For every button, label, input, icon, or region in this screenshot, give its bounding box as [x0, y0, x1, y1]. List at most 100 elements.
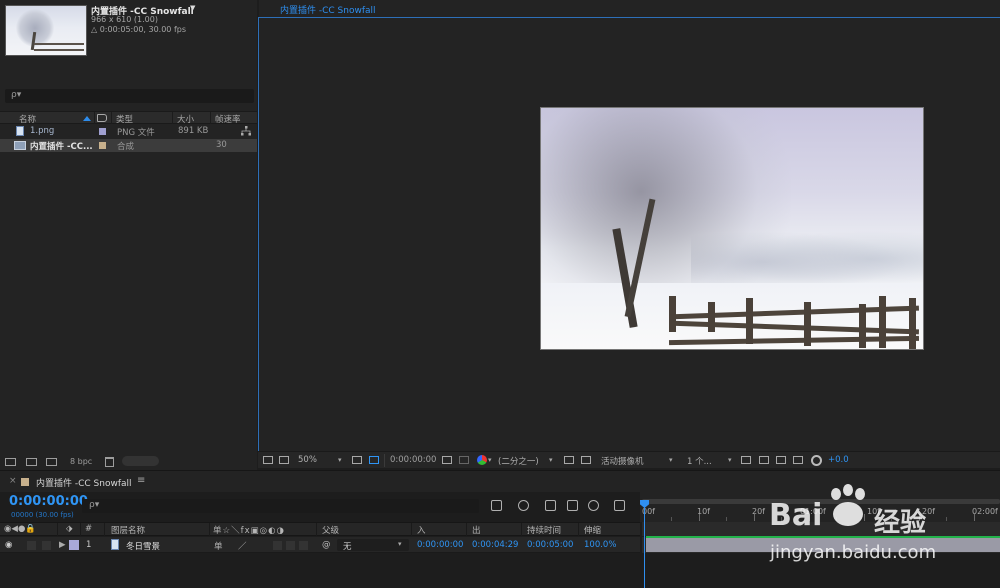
project-item-composition[interactable]: 内置插件 -CC... 合成 30	[0, 139, 257, 152]
frame-blending-icon[interactable]	[567, 500, 578, 511]
image-layer-icon	[111, 539, 119, 550]
selected-item-duration: △ 0:00:05:00, 30.00 fps	[91, 25, 187, 34]
column-switches[interactable]: 单☆＼fx▣◎◐◑	[213, 524, 285, 536]
sort-ascending-icon[interactable]	[83, 116, 91, 121]
column-stretch[interactable]: 伸缩	[584, 524, 601, 536]
interpret-footage-icon[interactable]	[5, 458, 16, 466]
current-time-display[interactable]: 0:00:00:00	[9, 494, 88, 509]
tab-timeline-composition[interactable]: 内置插件 -CC Snowfall	[36, 476, 132, 489]
hide-shy-layers-icon[interactable]	[545, 500, 556, 511]
effect-switch[interactable]	[273, 541, 282, 550]
exposure-value[interactable]: +0.0	[828, 455, 849, 465]
column-duration[interactable]: 持续时间	[527, 524, 561, 536]
transparency-grid-icon[interactable]	[581, 456, 591, 464]
color-channel-icon[interactable]	[477, 455, 487, 465]
monitor-icon[interactable]	[279, 456, 289, 464]
grid-guide-icon[interactable]	[352, 456, 362, 464]
mask-visibility-icon[interactable]	[369, 456, 379, 464]
column-size[interactable]: 大小	[177, 113, 194, 125]
new-folder-icon[interactable]	[26, 458, 37, 466]
layer-out-point[interactable]: 0:00:04:29	[472, 540, 518, 550]
bit-depth-toggle[interactable]: 8 bpc	[70, 457, 92, 466]
panel-menu-icon[interactable]: ≡	[137, 475, 145, 486]
title-dropdown-icon[interactable]: ▼	[190, 4, 195, 12]
layer-in-point[interactable]: 0:00:00:00	[417, 540, 463, 550]
audio-toggle[interactable]	[27, 541, 36, 550]
new-composition-icon[interactable]	[46, 458, 57, 466]
fast-previews-icon[interactable]	[759, 456, 769, 464]
draft-3d-icon[interactable]	[518, 500, 529, 511]
parent-dropdown[interactable]: 无 ▾	[337, 539, 409, 552]
column-parent[interactable]: 父级	[322, 524, 339, 536]
horizontal-scrollbar[interactable]	[122, 456, 159, 466]
layer-name[interactable]: 冬日雪景	[126, 540, 160, 552]
frame-blend-switch[interactable]	[286, 541, 295, 550]
column-type[interactable]: 类型	[116, 113, 133, 125]
column-layer-name[interactable]: 图层名称	[111, 524, 145, 536]
label-tag-icon[interactable]: ⬗	[66, 524, 73, 534]
camera-dropdown[interactable]: 活动摄像机	[601, 455, 644, 467]
toggle-pixel-aspect-icon[interactable]	[741, 456, 751, 464]
layer-duration-bar[interactable]	[646, 538, 1000, 552]
always-preview-icon[interactable]	[263, 456, 273, 464]
render-cache-bar	[646, 536, 1000, 538]
composition-mini-flowchart-icon[interactable]	[491, 500, 502, 511]
zoom-dropdown[interactable]: 50%	[298, 455, 317, 465]
chevron-down-icon: ▾	[398, 540, 402, 548]
timeline-search-input[interactable]: ρ▾	[82, 499, 479, 513]
layer-label-swatch[interactable]	[69, 540, 79, 550]
ruler-label: 01:00f	[800, 507, 826, 516]
png-file-icon	[16, 126, 24, 136]
label-swatch[interactable]	[99, 128, 106, 135]
pickwhip-icon[interactable]: @	[322, 540, 331, 550]
work-area-bar[interactable]	[642, 522, 1000, 536]
lock-toggle[interactable]	[42, 541, 51, 550]
project-search-input[interactable]: ρ▾	[5, 89, 254, 103]
composition-thumbnail	[5, 5, 87, 56]
region-of-interest-icon[interactable]	[564, 456, 574, 464]
resolution-dropdown[interactable]: (二分之一)	[498, 455, 539, 467]
layer-duration[interactable]: 0:00:05:00	[527, 540, 573, 550]
timeline-icon[interactable]	[776, 456, 786, 464]
timeline-empty-area	[0, 554, 640, 588]
motion-blur-switch[interactable]	[299, 541, 308, 550]
camera-snapshot-icon[interactable]	[442, 456, 452, 464]
flowchart-icon[interactable]	[793, 456, 803, 464]
column-out[interactable]: 出	[472, 524, 481, 536]
layer-stretch[interactable]: 100.0%	[584, 540, 616, 550]
viewer-timecode[interactable]: 0:00:00:00	[390, 455, 436, 465]
views-layout-dropdown[interactable]: 1 个...	[687, 455, 712, 467]
current-time-indicator[interactable]	[644, 500, 645, 588]
column-in[interactable]: 入	[417, 524, 426, 536]
timeline-tab-bar: × 内置插件 -CC Snowfall ≡	[0, 470, 1000, 492]
label-swatch[interactable]	[99, 142, 106, 149]
expand-triangle-icon[interactable]: ▶	[59, 540, 66, 550]
quality-switch[interactable]: ／	[238, 540, 247, 552]
frame-count-display: 00000 (30.00 fps)	[11, 511, 74, 519]
ruler-label: 20f	[922, 507, 935, 516]
visibility-eye-icon[interactable]: ◉	[5, 540, 12, 550]
close-icon[interactable]: ×	[9, 476, 17, 486]
time-navigator-bar[interactable]	[642, 499, 1000, 504]
motion-blur-icon[interactable]	[588, 500, 599, 511]
column-frame-rate[interactable]: 帧速率	[215, 113, 241, 125]
av-features-icons[interactable]: ◉◀●🔒	[4, 524, 36, 534]
shy-switch[interactable]: 单	[214, 540, 223, 552]
label-tag-icon[interactable]	[97, 114, 107, 122]
graph-editor-icon[interactable]	[614, 500, 625, 511]
exposure-reset-icon[interactable]	[811, 455, 822, 466]
tab-composition[interactable]: 内置插件 -CC Snowfall	[273, 2, 383, 18]
show-snapshot-icon[interactable]	[459, 456, 469, 464]
trash-icon[interactable]	[105, 457, 114, 467]
project-bottom-bar: 8 bpc	[0, 452, 257, 470]
project-item-png[interactable]: 1.png PNG 文件 891 KB	[0, 125, 257, 138]
composition-icon	[14, 141, 26, 150]
composition-frame-snow-scene	[540, 107, 924, 350]
viewer-toolbar: 50% ▾ 0:00:00:00 ▾ (二分之一) ▾ 活动摄像机 ▾ 1 个.…	[258, 451, 1000, 468]
flowchart-icon[interactable]	[241, 126, 251, 136]
column-number[interactable]: #	[85, 524, 92, 534]
timeline-layer-row[interactable]: ◉ ▶ 1 冬日雪景 单 ／ @ 无 ▾ 0:00:00:00 0:00:04:…	[0, 537, 640, 553]
column-name[interactable]: 名称	[19, 113, 36, 125]
ruler-label: 10f	[867, 507, 880, 516]
search-icon: ρ▾	[89, 500, 100, 510]
